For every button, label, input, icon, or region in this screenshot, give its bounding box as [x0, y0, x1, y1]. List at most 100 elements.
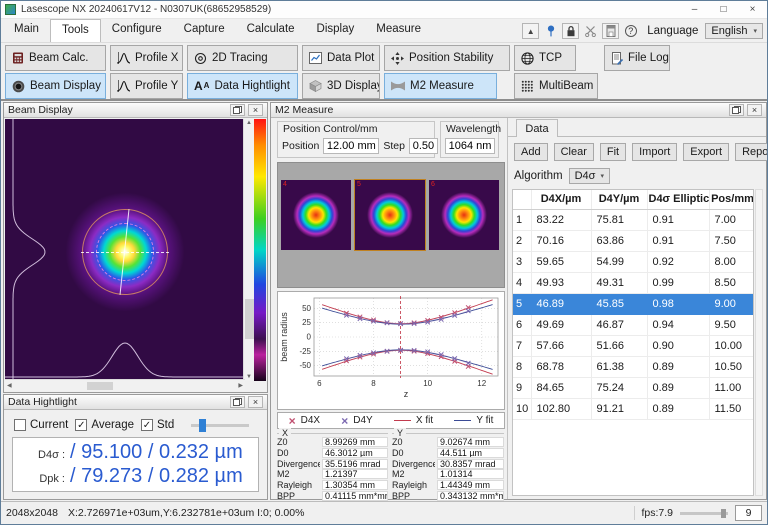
restore-icon[interactable] [729, 104, 744, 116]
collapse-up-icon[interactable]: ▲ [522, 23, 539, 39]
fit-row-divergence: Divergence35.5196 mrad [277, 458, 388, 469]
table-row[interactable]: 546.8945.850.989.00 [513, 293, 754, 314]
column-header-d4-ellipticit[interactable]: D4σ Ellipticit [647, 190, 709, 209]
menu-calculate[interactable]: Calculate [236, 19, 306, 42]
std-slider[interactable] [191, 424, 249, 427]
toolbar-beam-display[interactable]: Beam Display [5, 73, 106, 99]
table-row[interactable]: 449.9349.310.998.50 [513, 272, 754, 293]
report-button[interactable]: Report [735, 143, 768, 161]
scroll-right-icon[interactable]: ▶ [238, 382, 243, 389]
column-header-index[interactable] [513, 190, 531, 209]
restore-icon[interactable] [230, 396, 245, 408]
export-button[interactable]: Export [683, 143, 729, 161]
menu-capture[interactable]: Capture [173, 19, 236, 42]
fps-slider-thumb[interactable] [721, 509, 726, 518]
close-icon[interactable]: × [248, 104, 263, 116]
toolbar-profile-y[interactable]: Profile Y [110, 73, 183, 99]
help-icon[interactable]: ? [622, 23, 639, 39]
table-scrollbar[interactable] [755, 189, 763, 496]
menu-display[interactable]: Display [306, 19, 366, 42]
toolbar-data-plot[interactable]: Data Plot [302, 45, 380, 71]
row-index: 4 [513, 272, 531, 293]
std-slider-thumb[interactable] [199, 419, 206, 432]
restore-icon[interactable] [230, 104, 245, 116]
toolbar-m2-measure[interactable]: M2 Measure [384, 73, 497, 99]
app-window: Lasescope NX 20240617V12 - N0307UK(68652… [0, 0, 768, 525]
menu-configure[interactable]: Configure [101, 19, 173, 42]
toolbar-tcp[interactable]: TCP [514, 45, 576, 71]
fit-param-label: BPP [392, 491, 435, 501]
beam-profile-curves [5, 119, 245, 381]
clear-button[interactable]: Clear [554, 143, 594, 161]
table-row[interactable]: 10102.8091.210.8911.50 [513, 398, 754, 419]
table-row[interactable]: 183.2275.810.917.00 [513, 209, 754, 230]
thumbnail-index: 5 [357, 181, 361, 188]
fit-param-value: 30.8357 mrad [437, 459, 504, 469]
menu-main[interactable]: Main [3, 19, 50, 42]
m2-thumbnail-4[interactable]: 4 [281, 180, 351, 250]
toolbar-beam-calc[interactable]: Beam Calc. [5, 45, 106, 71]
toolbar-3d-display[interactable]: 3D Display [302, 73, 380, 99]
close-icon[interactable]: × [248, 396, 263, 408]
lock-icon[interactable] [562, 23, 579, 39]
column-header-d4y-m[interactable]: D4Y/µm [591, 190, 647, 209]
tab-data[interactable]: Data [516, 119, 558, 137]
close-icon[interactable]: × [747, 104, 762, 116]
toolbar-2d-tracing[interactable]: 2D Tracing [187, 45, 298, 71]
menu-tools[interactable]: Tools [50, 19, 101, 42]
table-row[interactable]: 984.6575.240.8911.00 [513, 377, 754, 398]
wavelength-input[interactable] [445, 138, 495, 154]
maximize-button[interactable]: □ [709, 1, 738, 18]
algorithm-select[interactable]: D4σ ▾ [569, 168, 610, 184]
toolbar-position-stability[interactable]: Position Stability [384, 45, 510, 71]
table-row[interactable]: 868.7861.380.8910.50 [513, 356, 754, 377]
dpk-value: / 79.273 / 0.282 µm [70, 465, 243, 488]
scroll-left-icon[interactable]: ◀ [7, 382, 12, 389]
checkbox-average[interactable]: ✓Average [75, 419, 134, 431]
table-row[interactable]: 649.6946.870.949.50 [513, 314, 754, 335]
horizontal-scroll-thumb[interactable] [87, 382, 113, 390]
minimize-button[interactable]: – [680, 1, 709, 18]
checkbox-std[interactable]: ✓Std [141, 419, 174, 431]
scroll-down-icon[interactable]: ▼ [246, 374, 252, 380]
toolbar-profile-x[interactable]: Profile X [110, 45, 183, 71]
cell: 10.00 [709, 335, 754, 356]
import-button[interactable]: Import [632, 143, 677, 161]
column-header-pos-mm[interactable]: Pos/mm [709, 190, 754, 209]
fit-button[interactable]: Fit [600, 143, 626, 161]
add-button[interactable]: Add [514, 143, 548, 161]
cut-icon[interactable] [582, 23, 599, 39]
tracing-icon [194, 52, 207, 65]
file-icon[interactable] [602, 23, 619, 39]
toolbar-multibeam[interactable]: MultiBeam [514, 73, 598, 99]
position-input[interactable] [323, 138, 379, 154]
toolbar-label: 3D Display [327, 80, 380, 92]
vertical-scroll-thumb[interactable] [245, 299, 254, 339]
m2-thumbnail-6[interactable]: 6 [429, 180, 499, 250]
scroll-up-icon[interactable]: ▲ [246, 120, 252, 126]
m2-thumbnail-5[interactable]: 5 [355, 180, 425, 250]
fit-y-title: Y [394, 428, 406, 438]
pin-icon[interactable] [542, 23, 559, 39]
column-header-d4x-m[interactable]: D4X/µm [531, 190, 591, 209]
table-row[interactable]: 757.6651.660.9010.00 [513, 335, 754, 356]
table-row[interactable]: 270.1663.860.917.50 [513, 230, 754, 251]
beam-image[interactable] [5, 119, 245, 381]
checkbox-current[interactable]: Current [14, 419, 68, 431]
beam-horizontal-scrollbar[interactable]: ◀ ▶ [5, 379, 245, 391]
cell: 59.65 [531, 251, 591, 272]
toolbar-data-hightlight[interactable]: AAData Hightlight [187, 73, 298, 99]
table-row[interactable]: 359.6554.990.928.00 [513, 251, 754, 272]
svg-text:8: 8 [371, 379, 376, 388]
beam-vertical-scrollbar[interactable]: ▲ ▼ [243, 119, 254, 381]
toolbar-label: Data Plot [327, 52, 374, 64]
frame-value-box[interactable]: 9 [735, 505, 762, 521]
language-select[interactable]: English ▾ [705, 23, 763, 39]
fps-slider[interactable] [680, 512, 728, 515]
fit-row-z0: Z09.02674 mm [392, 437, 504, 448]
toolbar-file-log[interactable]: File Log [604, 45, 670, 71]
step-input[interactable] [409, 138, 438, 154]
menu-measure[interactable]: Measure [365, 19, 432, 42]
close-button[interactable]: × [738, 1, 767, 18]
profile-icon [117, 80, 130, 92]
